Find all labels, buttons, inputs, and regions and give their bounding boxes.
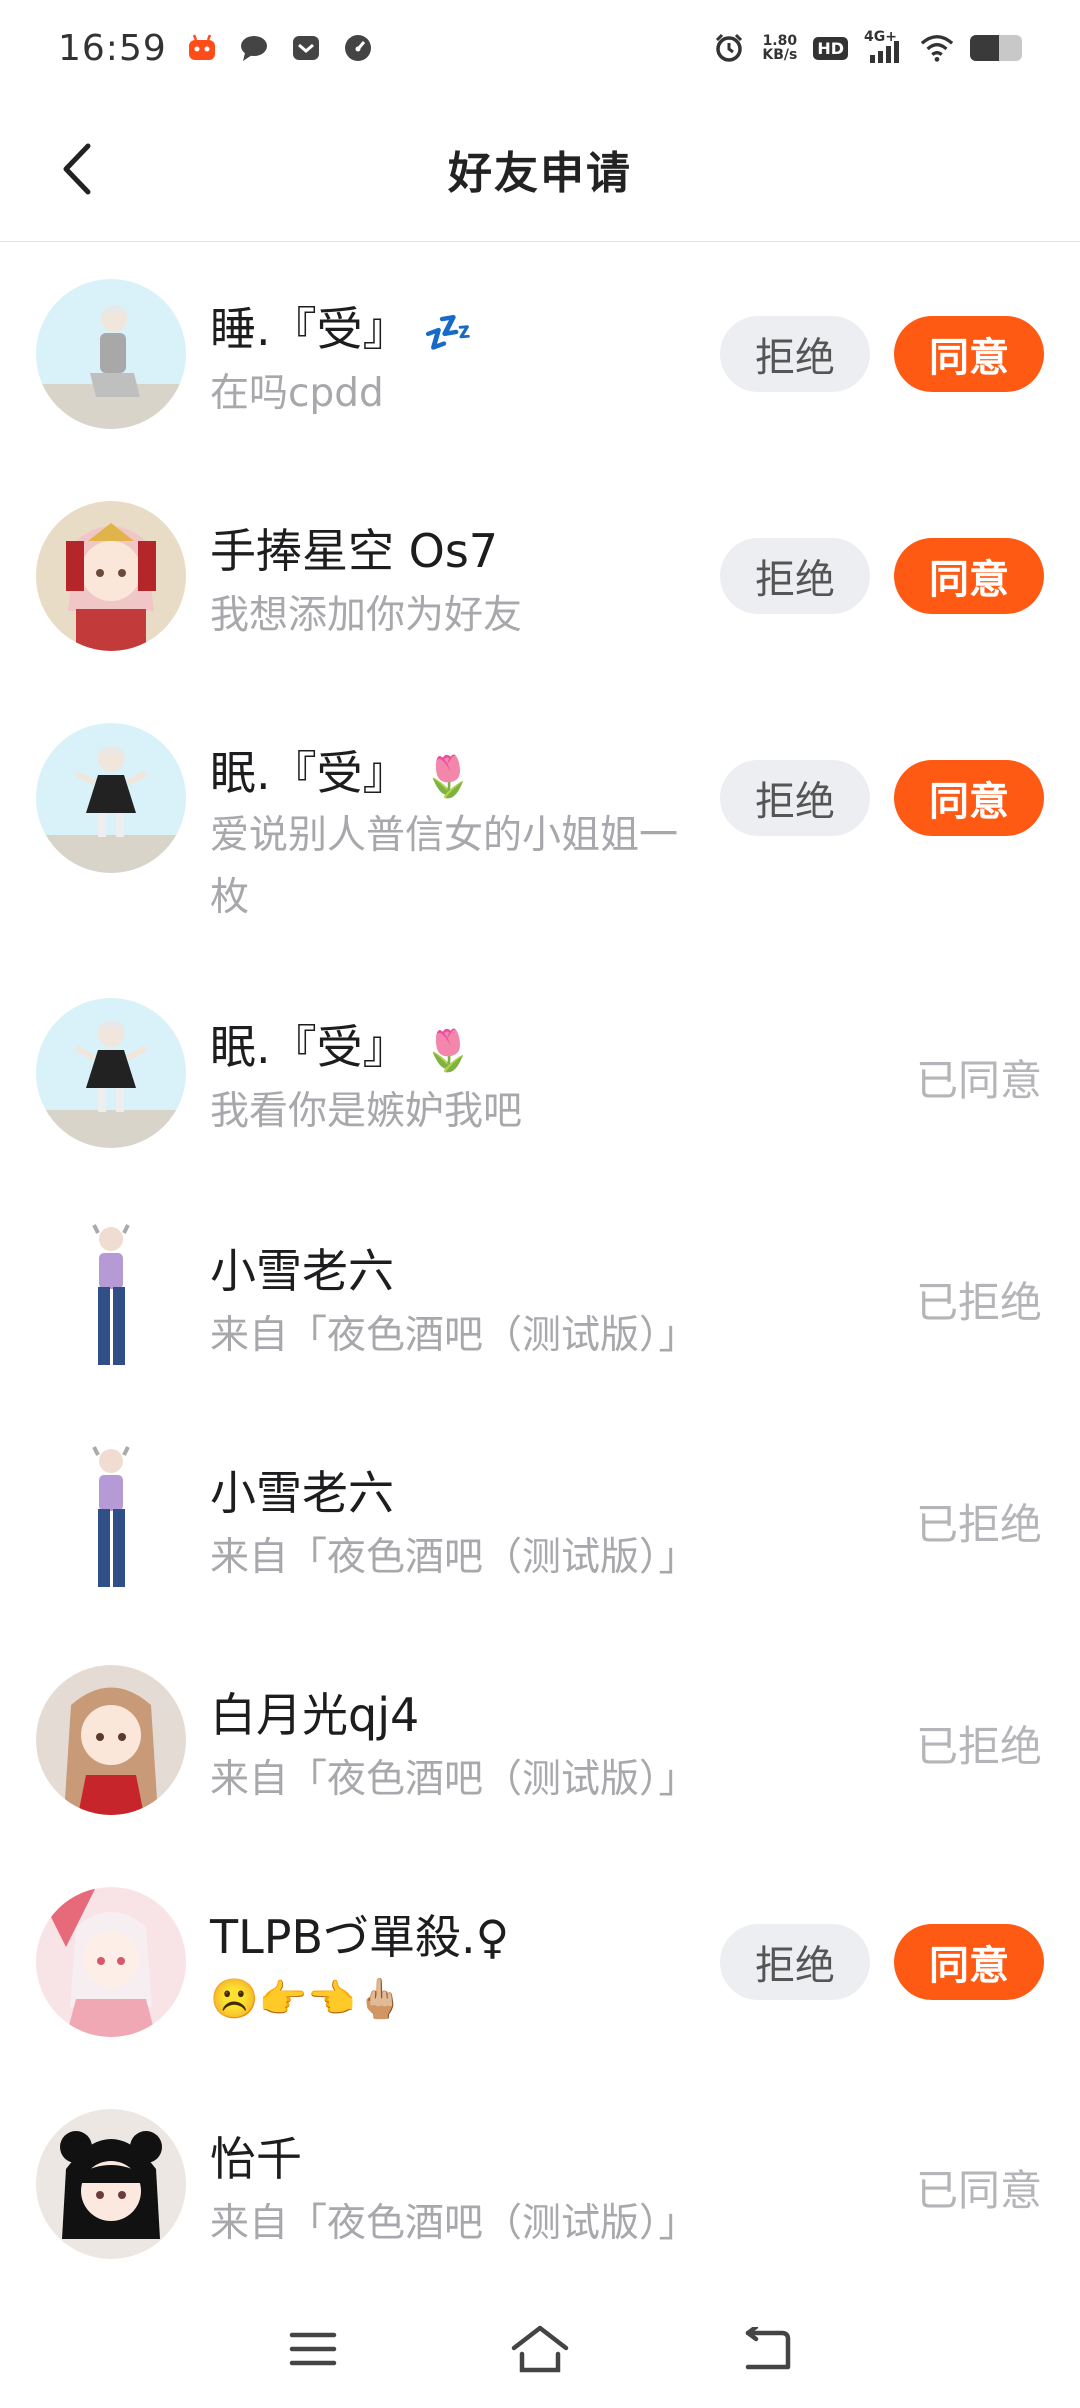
friend-request-row: 怡千 来自「夜色酒吧（测试版）」 已同意 [0,2073,1080,2295]
request-status: 已同意 [915,2166,1042,2215]
request-message: ☹️👉👈🖕🏼 [210,1977,405,2022]
back-button[interactable] [52,137,102,201]
back-icon [745,2327,790,2370]
request-name: 眠.『受』 🌷 [210,737,473,803]
accept-button[interactable]: 同意 [894,538,1044,614]
accept-button[interactable]: 同意 [894,316,1044,392]
net-speed-value: 1.80 [762,33,798,49]
request-message: 我看你是嫉妒我吧 [210,1089,523,1134]
avatar[interactable] [36,2109,186,2259]
gauge-icon [341,31,375,65]
status-time: 16:59 [58,27,167,69]
request-message: 爱说别人普信女的小姐姐一枚 [210,813,679,920]
request-status: 已拒绝 [915,1500,1042,1549]
reject-button[interactable]: 拒绝 [720,538,870,614]
avatar[interactable] [36,1221,186,1371]
reject-button[interactable]: 拒绝 [720,316,870,392]
request-status: 已拒绝 [915,1278,1042,1327]
friend-request-row: 小雪老六 来自「夜色酒吧（测试版）」 已拒绝 [0,1185,1080,1407]
request-name: 手捧星空 Os7 [210,524,499,578]
app-notification-icon [185,31,219,65]
request-name-text: 睡.『受』 [210,302,409,356]
status-right: 1.80 KB/s HD 4G+ [712,29,1022,65]
friend-request-row: 睡.『受』 💤 在吗cpdd 拒绝 同意 [0,243,1080,465]
request-status: 已同意 [915,1056,1042,1105]
request-status: 已拒绝 [915,1722,1042,1771]
home-button[interactable] [500,2309,580,2389]
page-title: 好友申请 [448,147,632,199]
mail-icon [289,31,323,65]
net-speed-unit: KB/s [762,47,798,63]
avatar[interactable] [36,279,186,429]
sleep-emoji-icon: 💤 [423,310,474,356]
status-left: 16:59 [58,28,375,69]
request-message: 来自「夜色酒吧（测试版）」 [210,1313,698,1358]
menu-button[interactable] [273,2309,353,2389]
friend-request-row: 眠.『受』 🌷 爱说别人普信女的小姐姐一枚 拒绝 同意 [0,687,1080,963]
avatar[interactable] [36,723,186,873]
request-message: 我想添加你为好友 [210,593,523,638]
hd-badge: HD [813,36,848,60]
friend-request-row: 白月光qj4 来自「夜色酒吧（测试版）」 已拒绝 [0,1629,1080,1851]
reject-button[interactable]: 拒绝 [720,1924,870,2000]
request-message: 来自「夜色酒吧（测试版）」 [210,2201,698,2246]
net-speed: 1.80 KB/s [762,34,797,62]
battery-fill [970,35,999,61]
request-name-text: 眠.『受』 [210,746,409,800]
request-name: 怡千 [210,2132,302,2186]
request-name: 小雪老六 [210,1466,394,1520]
avatar[interactable] [36,998,186,1148]
request-name: 眠.『受』 🌷 [210,1011,473,1077]
request-name-text: 眠.『受』 [210,1020,409,1074]
accept-button[interactable]: 同意 [894,1924,1044,2000]
request-name: 睡.『受』 💤 [210,293,473,359]
avatar[interactable] [36,501,186,651]
system-nav-bar [0,2290,1080,2408]
avatar[interactable] [36,1887,186,2037]
battery-icon [970,35,1022,61]
request-name: TLPBづ單殺.♀ [210,1910,510,1964]
header: 好友申请 [0,96,1080,242]
friend-request-row: 眠.『受』 🌷 我看你是嫉妒我吧 已同意 [0,963,1080,1185]
tulip-emoji-icon: 🌷 [423,754,474,800]
avatar[interactable] [36,1443,186,1593]
signal-icon: 4G+ [864,29,904,65]
menu-icon [290,2332,337,2366]
wifi-icon [920,31,954,65]
friend-request-row: 小雪老六 来自「夜色酒吧（测试版）」 已拒绝 [0,1407,1080,1629]
home-icon [511,2325,569,2373]
chevron-left-icon [63,143,91,194]
reject-button[interactable]: 拒绝 [720,760,870,836]
request-message: 来自「夜色酒吧（测试版）」 [210,1757,698,1802]
request-message: 在吗cpdd [210,371,384,416]
alarm-icon [712,31,746,65]
tulip-emoji-icon: 🌷 [423,1028,474,1074]
friend-request-row: TLPBづ單殺.♀ ☹️👉👈🖕🏼 拒绝 同意 [0,1851,1080,2073]
request-name: 小雪老六 [210,1244,394,1298]
message-icon [237,31,271,65]
avatar[interactable] [36,1665,186,1815]
status-bar: 16:59 1.80 KB/s HD 4G+ [0,0,1080,96]
accept-button[interactable]: 同意 [894,760,1044,836]
request-name: 白月光qj4 [210,1688,420,1742]
friend-request-row: 手捧星空 Os7 我想添加你为好友 拒绝 同意 [0,465,1080,687]
battery-body [970,35,1022,61]
back-nav-button[interactable] [727,2309,807,2389]
request-message: 来自「夜色酒吧（测试版）」 [210,1535,698,1580]
